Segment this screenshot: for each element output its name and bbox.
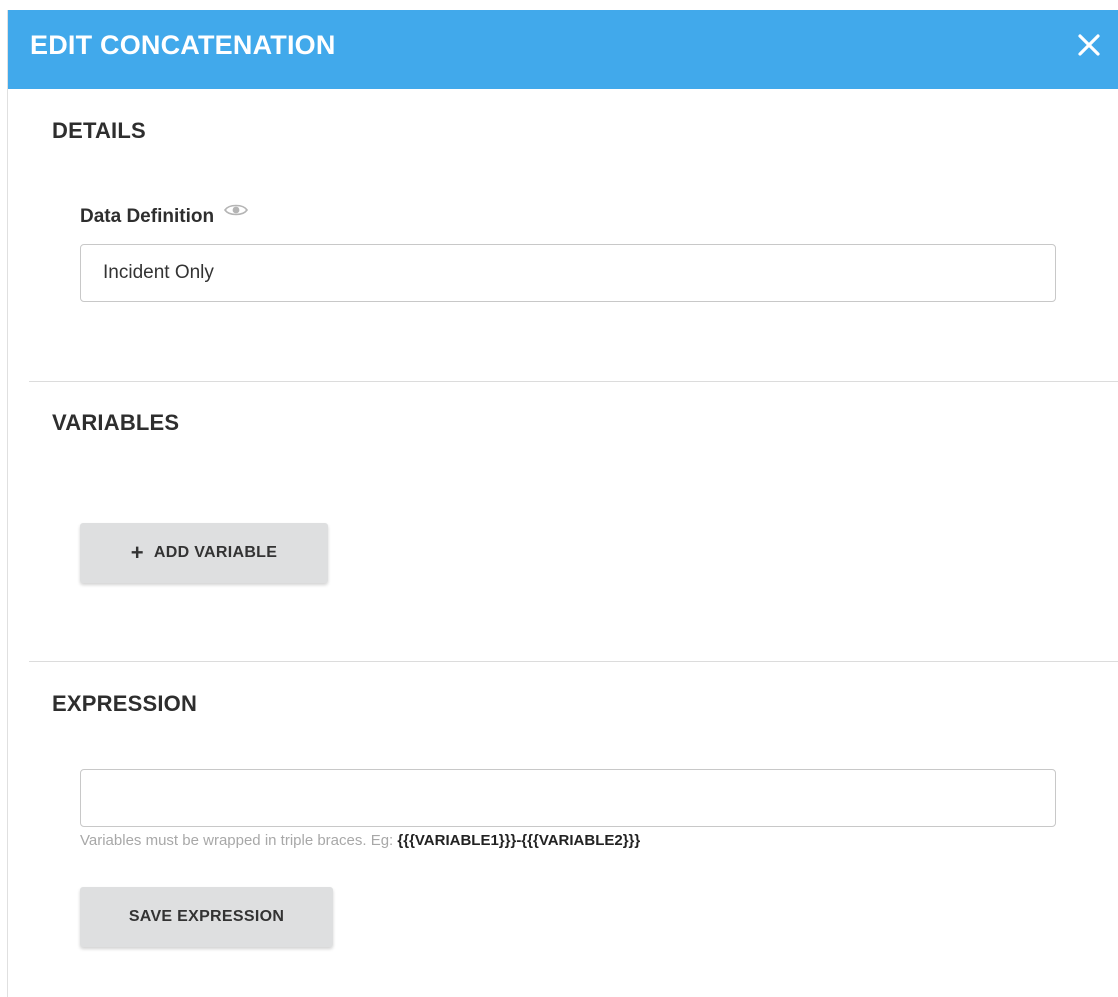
close-button[interactable] <box>1072 28 1106 62</box>
expression-input[interactable] <box>80 769 1056 827</box>
dialog-header: EDIT CONCATENATION <box>8 10 1118 89</box>
expression-hint-text: Variables must be wrapped in triple brac… <box>80 832 398 849</box>
save-expression-button[interactable]: SAVE EXPRESSION <box>80 887 333 947</box>
section-divider <box>29 381 1118 382</box>
eye-icon[interactable] <box>224 202 249 224</box>
section-divider <box>29 661 1118 662</box>
expression-hint-example: {{{VARIABLE1}}}-{{{VARIABLE2}}} <box>397 832 641 849</box>
dialog-title: EDIT CONCATENATION <box>30 30 336 60</box>
save-expression-label: SAVE EXPRESSION <box>128 908 285 925</box>
data-definition-label: Data Definition <box>80 204 249 228</box>
plus-icon: + <box>130 540 144 565</box>
data-definition-label-text: Data Definition <box>80 206 215 227</box>
expression-section-title: EXPRESSION <box>52 691 198 716</box>
close-icon <box>1078 34 1100 56</box>
edit-concatenation-dialog: EDIT CONCATENATION DETAILS Data Definiti… <box>7 10 1118 997</box>
data-definition-field[interactable]: Incident Only <box>80 244 1056 302</box>
details-section-title: DETAILS <box>52 118 146 143</box>
add-variable-label: ADD VARIABLE <box>153 544 278 561</box>
variables-section-title: VARIABLES <box>52 410 180 435</box>
expression-hint: Variables must be wrapped in triple brac… <box>80 832 640 849</box>
add-variable-button[interactable]: + ADD VARIABLE <box>80 523 328 583</box>
